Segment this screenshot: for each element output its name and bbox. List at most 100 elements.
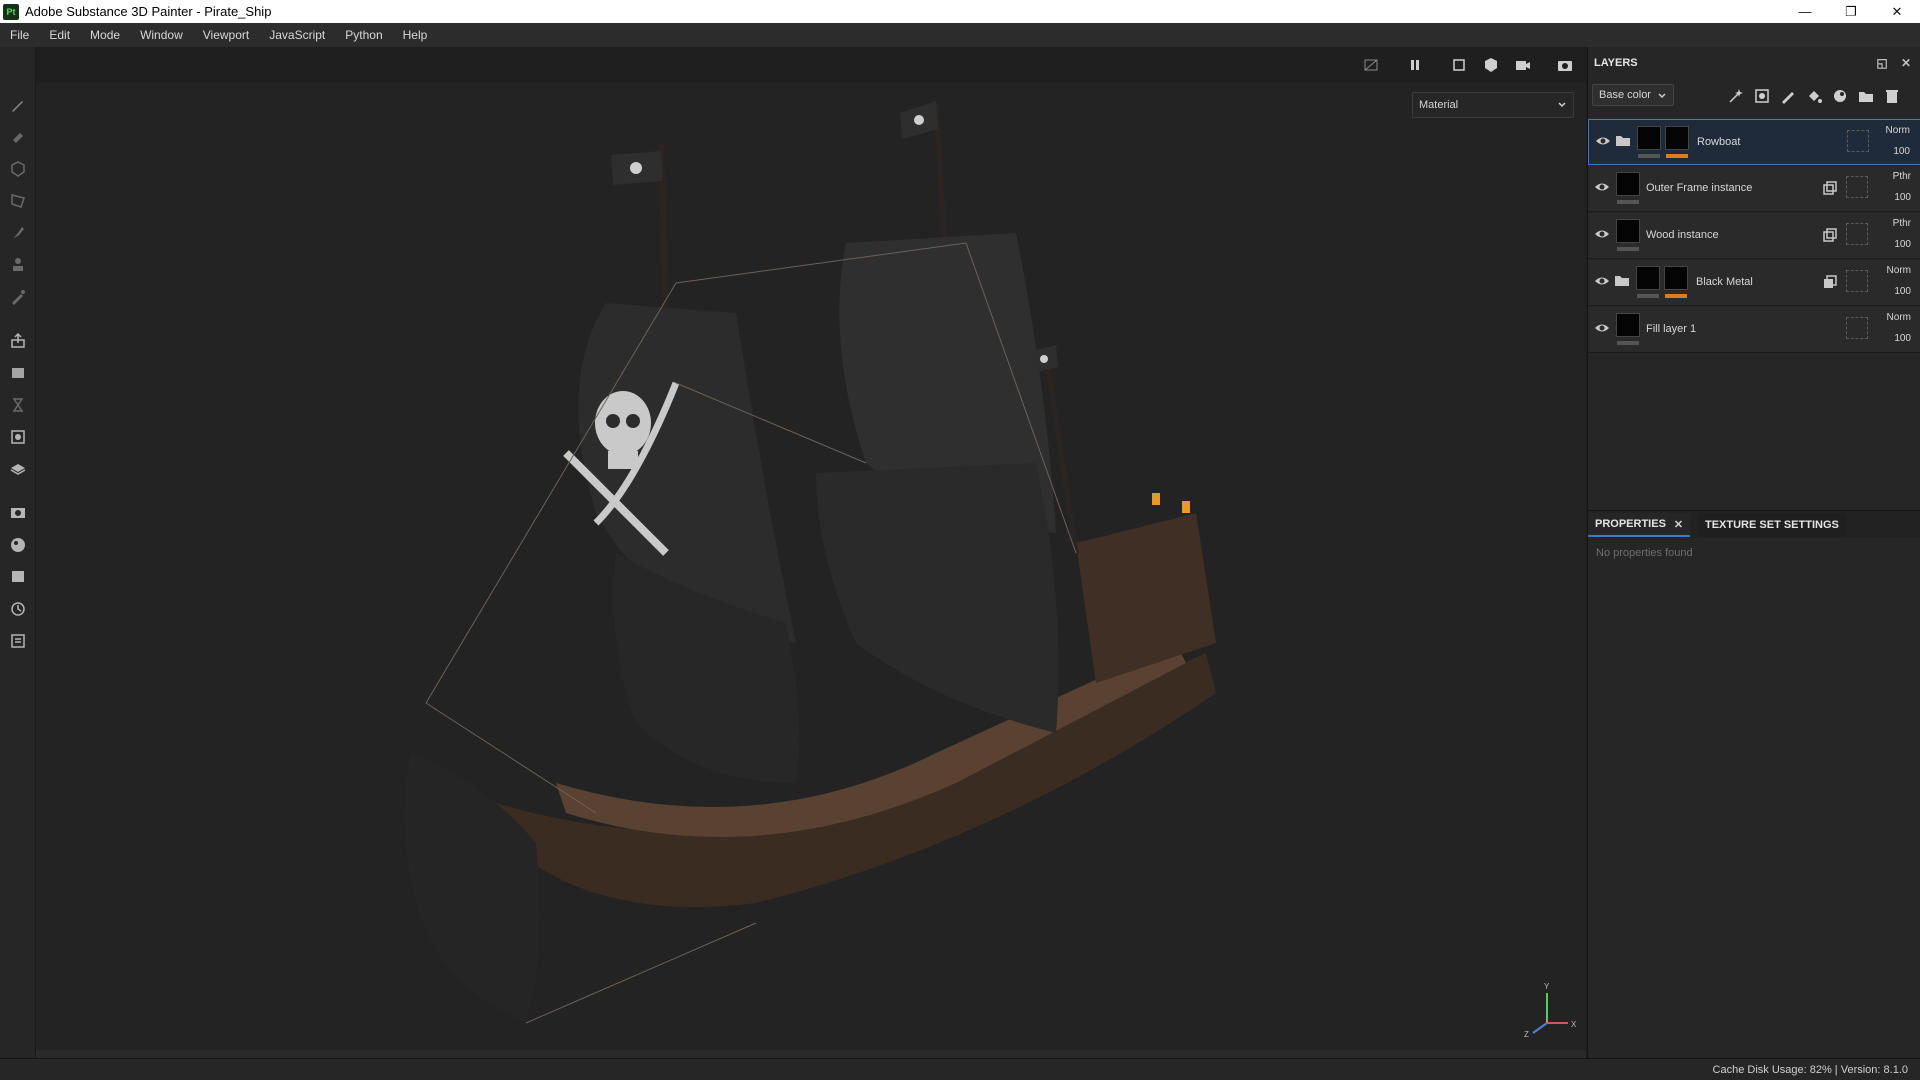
- mask-thumbnail: [1664, 266, 1688, 290]
- clone-stamp-icon[interactable]: [8, 255, 28, 275]
- view-mode-icon[interactable]: [1448, 55, 1470, 75]
- visibility-eye-icon[interactable]: [1594, 227, 1610, 241]
- visibility-eye-icon[interactable]: [1594, 321, 1610, 335]
- opacity-value[interactable]: 100: [1894, 192, 1911, 203]
- maximize-button[interactable]: ❐: [1828, 0, 1874, 23]
- menu-python[interactable]: Python: [335, 23, 392, 47]
- texture-set-icon[interactable]: [8, 427, 28, 447]
- tab-texture-set-settings-label: TEXTURE SET SETTINGS: [1705, 519, 1839, 531]
- menu-edit[interactable]: Edit: [39, 23, 80, 47]
- layer-row-fill-layer-1[interactable]: Fill layer 1 Norm 100: [1588, 307, 1920, 353]
- visibility-eye-icon[interactable]: [1595, 134, 1611, 148]
- camera-icon[interactable]: [1512, 55, 1534, 75]
- opacity-value[interactable]: 100: [1894, 286, 1911, 297]
- layer-thumbnail: [1616, 172, 1640, 196]
- history-icon[interactable]: [8, 599, 28, 619]
- eraser-icon[interactable]: [8, 127, 28, 147]
- 3d-view-icon[interactable]: [1480, 55, 1502, 75]
- layer-mask-slot[interactable]: [1846, 317, 1868, 339]
- menu-window[interactable]: Window: [130, 23, 193, 47]
- axis-x-label: X: [1571, 1020, 1577, 1029]
- folder-icon[interactable]: [1615, 134, 1631, 147]
- projection-icon[interactable]: [8, 159, 28, 179]
- float-panel-icon[interactable]: ◱: [1874, 55, 1890, 71]
- visibility-eye-icon[interactable]: [1594, 180, 1610, 194]
- mesh-icon[interactable]: [8, 459, 28, 479]
- opacity-value[interactable]: 100: [1893, 146, 1910, 157]
- mask-thumbnail: [1665, 126, 1689, 150]
- mask-bar: [1666, 154, 1688, 158]
- instance-icon: [1824, 275, 1837, 288]
- layer-mask-slot[interactable]: [1846, 223, 1868, 245]
- layer-row-black-metal[interactable]: Black Metal Norm 100: [1588, 260, 1920, 306]
- smudge-icon[interactable]: [8, 223, 28, 243]
- instance-icon: [1823, 181, 1837, 195]
- add-fill-layer-icon[interactable]: [1804, 86, 1824, 106]
- tools-sidebar: [0, 47, 36, 1058]
- channel-select[interactable]: Base color: [1592, 84, 1674, 106]
- delete-layer-icon[interactable]: [1882, 86, 1902, 106]
- opacity-value[interactable]: 100: [1894, 333, 1911, 344]
- layer-name: Fill layer 1: [1646, 323, 1697, 335]
- app-logo-icon: Pt: [3, 3, 19, 20]
- viewport-scrollbar[interactable]: [36, 1050, 1586, 1058]
- opacity-value[interactable]: 100: [1894, 239, 1911, 250]
- close-tab-icon[interactable]: ✕: [1674, 518, 1683, 531]
- shelf-icon[interactable]: [8, 363, 28, 383]
- menu-mode[interactable]: Mode: [80, 23, 130, 47]
- instance-icon: [1823, 228, 1837, 242]
- layer-mask-slot[interactable]: [1847, 130, 1869, 152]
- minimize-button[interactable]: —: [1782, 0, 1828, 23]
- add-mask-icon[interactable]: [1752, 86, 1772, 106]
- layer-mask-slot[interactable]: [1846, 176, 1868, 198]
- axis-z-label: Z: [1524, 1030, 1529, 1039]
- mask-bar: [1665, 294, 1687, 298]
- display-settings-icon[interactable]: [8, 503, 28, 523]
- paint-brush-icon[interactable]: [8, 95, 28, 115]
- tab-texture-set-settings[interactable]: TEXTURE SET SETTINGS: [1698, 513, 1846, 537]
- layer-bar: [1617, 247, 1639, 251]
- window-title: Adobe Substance 3D Painter - Pirate_Ship: [25, 4, 272, 19]
- menu-file[interactable]: File: [0, 23, 39, 47]
- export-icon[interactable]: [8, 331, 28, 351]
- chevron-down-icon: [1658, 93, 1666, 99]
- shader-settings-icon[interactable]: [8, 535, 28, 555]
- layer-name: Wood instance: [1646, 229, 1719, 241]
- layer-thumbnail: [1616, 313, 1640, 337]
- baking-icon[interactable]: [8, 567, 28, 587]
- blend-mode[interactable]: Pthr: [1893, 218, 1911, 229]
- folder-icon[interactable]: [1614, 274, 1630, 287]
- tab-properties-label: PROPERTIES: [1595, 518, 1666, 530]
- tab-properties[interactable]: PROPERTIES ✕: [1588, 513, 1691, 537]
- blend-mode[interactable]: Norm: [1886, 125, 1910, 136]
- layer-mask-slot[interactable]: [1846, 270, 1868, 292]
- menu-help[interactable]: Help: [393, 23, 438, 47]
- close-panel-icon[interactable]: ✕: [1898, 55, 1914, 71]
- layers-toolbar: Base color: [1588, 81, 1920, 111]
- layer-row-outer-frame-instance[interactable]: Outer Frame instance Pthr 100: [1588, 166, 1920, 212]
- add-folder-icon[interactable]: [1856, 86, 1876, 106]
- picker-icon[interactable]: [8, 287, 28, 307]
- blend-mode[interactable]: Pthr: [1893, 171, 1911, 182]
- layer-row-wood-instance[interactable]: Wood instance Pthr 100: [1588, 213, 1920, 259]
- layer-row-rowboat[interactable]: Rowboat Norm 100: [1588, 119, 1920, 165]
- blend-mode[interactable]: Norm: [1887, 312, 1911, 323]
- log-icon[interactable]: [8, 631, 28, 651]
- menu-viewport[interactable]: Viewport: [193, 23, 259, 47]
- visibility-eye-icon[interactable]: [1594, 274, 1610, 288]
- axis-gizmo: Y X Z: [1524, 982, 1577, 1039]
- blend-mode[interactable]: Norm: [1887, 265, 1911, 276]
- history-hourglass-icon[interactable]: [8, 395, 28, 415]
- close-window-button[interactable]: ✕: [1874, 0, 1920, 23]
- geometry-mask-icon[interactable]: [8, 191, 28, 211]
- screenshot-icon[interactable]: [1554, 55, 1576, 75]
- menu-javascript[interactable]: JavaScript: [259, 23, 335, 47]
- layer-bar: [1637, 294, 1659, 298]
- pause-icon[interactable]: [1404, 55, 1426, 75]
- add-paint-layer-icon[interactable]: [1778, 86, 1798, 106]
- hide-ui-icon[interactable]: [1360, 55, 1382, 75]
- menu-bar: File Edit Mode Window Viewport JavaScrip…: [0, 23, 1920, 47]
- add-smart-material-icon[interactable]: [1830, 86, 1850, 106]
- channel-label: Base color: [1599, 89, 1651, 101]
- add-effect-icon[interactable]: [1726, 86, 1746, 106]
